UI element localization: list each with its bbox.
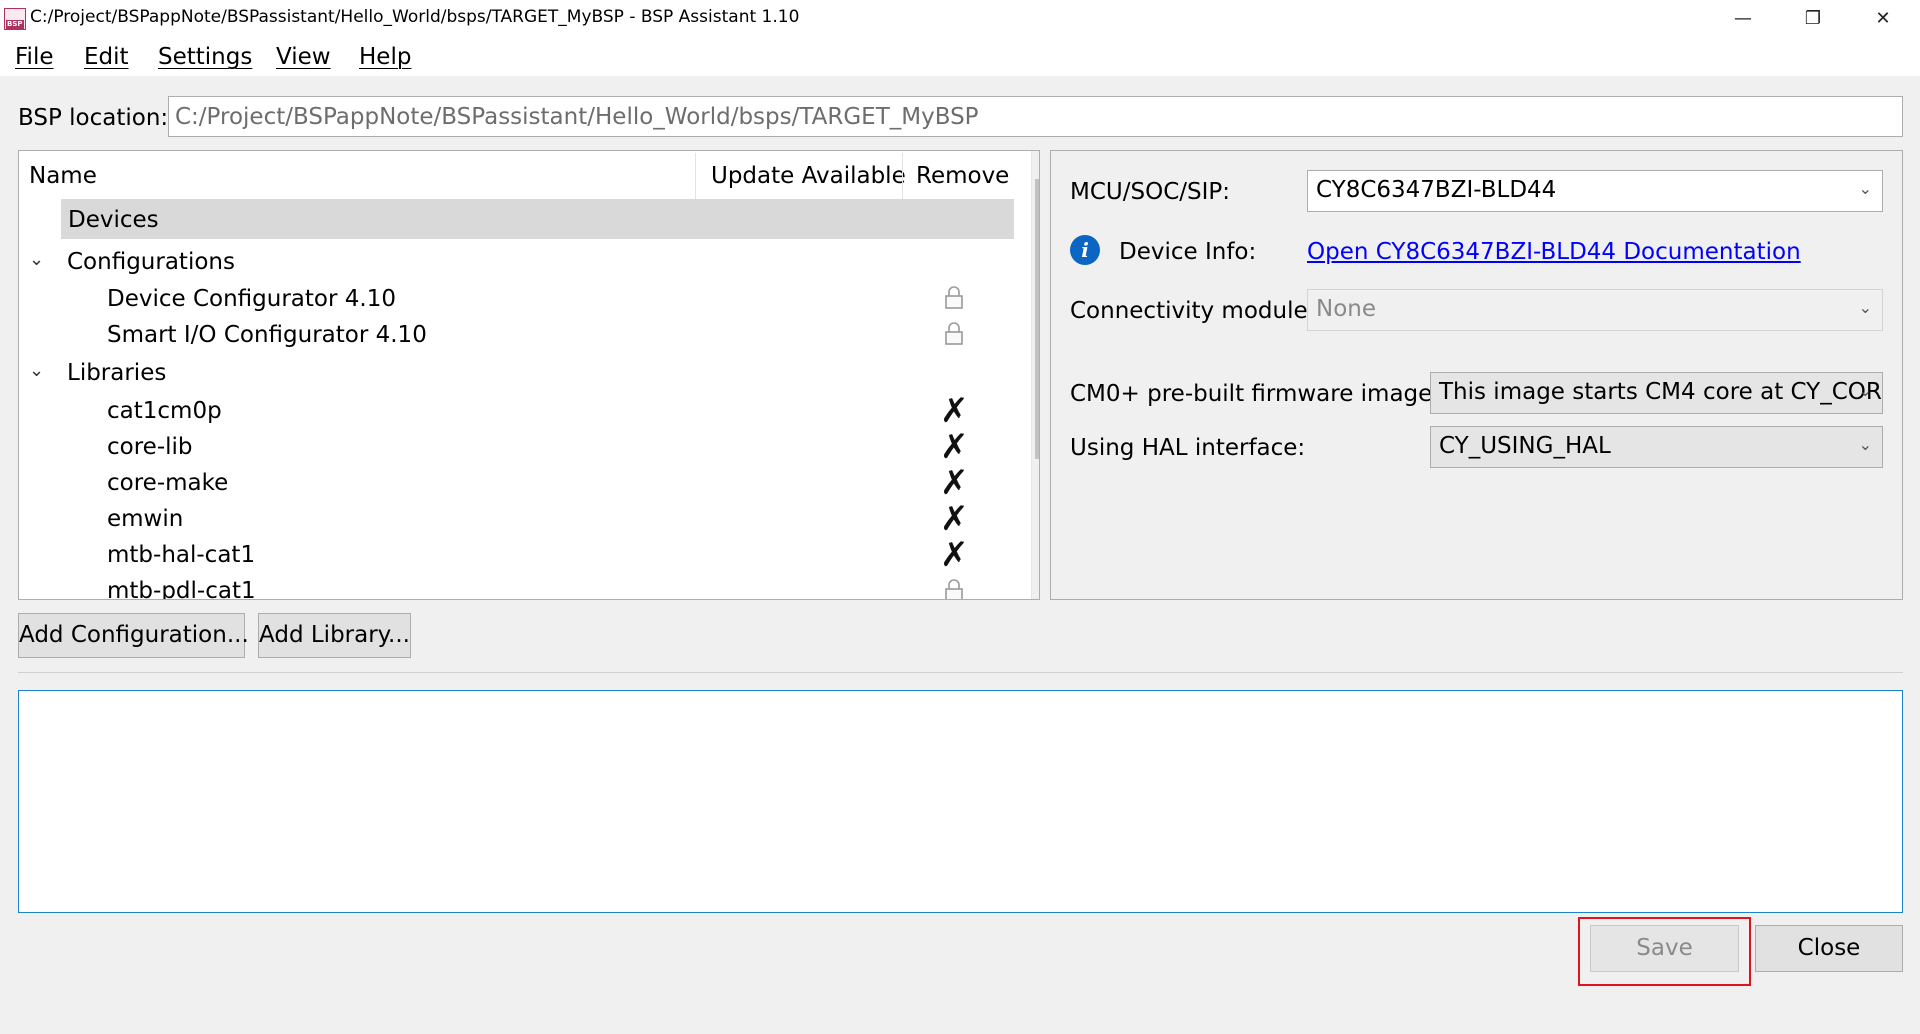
- cm0-firmware-label: CM0+ pre-built firmware image:: [1070, 381, 1441, 407]
- menu-edit[interactable]: Edit: [84, 44, 129, 70]
- tree-row-devices[interactable]: Devices: [61, 199, 1014, 239]
- tree-node-configurations[interactable]: Configurations: [67, 249, 235, 275]
- title-bar: BSP C:/Project/BSPappNote/BSPassistant/H…: [0, 0, 1920, 36]
- tree-item-mtb-pdl-cat1[interactable]: mtb-pdl-cat1: [107, 578, 256, 599]
- lock-icon: [945, 322, 963, 345]
- documentation-link[interactable]: Open CY8C6347BZI-BLD44 Documentation: [1307, 239, 1801, 265]
- chevron-down-icon: ⌄: [1858, 298, 1872, 317]
- tree-item-cat1cm0p[interactable]: cat1cm0p: [107, 398, 222, 424]
- library-tree: Name Update Available Remove Devices ⌄ C…: [18, 150, 1040, 600]
- log-output-area[interactable]: [18, 690, 1903, 913]
- chevron-down-icon: ⌄: [1858, 435, 1872, 454]
- save-button-highlight: [1578, 917, 1751, 986]
- scrollbar-thumb[interactable]: [1035, 179, 1039, 459]
- divider: [18, 672, 1903, 673]
- remove-icon[interactable]: ✗: [940, 466, 969, 500]
- minimize-button[interactable]: —: [1708, 0, 1778, 36]
- close-window-button[interactable]: ✕: [1848, 0, 1918, 36]
- column-header-remove[interactable]: Remove: [916, 163, 1009, 189]
- tree-node-libraries[interactable]: Libraries: [67, 360, 166, 386]
- connectivity-label: Connectivity module:: [1070, 298, 1316, 324]
- lock-icon: [945, 579, 963, 599]
- lock-icon: [945, 286, 963, 309]
- scroll-down-icon[interactable]: ⌄: [1032, 577, 1039, 593]
- bsp-location-label: BSP location:: [18, 105, 169, 131]
- tree-scrollbar[interactable]: ⌃ ⌄: [1031, 151, 1039, 599]
- remove-icon[interactable]: ✗: [940, 394, 969, 428]
- tree-item-core-make[interactable]: core-make: [107, 470, 228, 496]
- cm0-firmware-select[interactable]: This image starts CM4 core at CY_COR ⌄: [1430, 372, 1883, 414]
- column-separator: [902, 153, 903, 201]
- tree-row-label: Devices: [68, 207, 159, 233]
- tree-item-emwin[interactable]: emwin: [107, 506, 183, 532]
- add-library-button[interactable]: Add Library...: [258, 613, 411, 658]
- column-header-update[interactable]: Update Available: [711, 163, 906, 189]
- mcu-select-value: CY8C6347BZI-BLD44: [1316, 177, 1557, 203]
- device-info-label: Device Info:: [1119, 239, 1257, 265]
- chevron-down-icon[interactable]: ⌄: [29, 360, 44, 381]
- connectivity-select-value: None: [1316, 296, 1377, 322]
- menu-view[interactable]: View: [276, 44, 331, 70]
- restore-button[interactable]: ❐: [1778, 0, 1848, 36]
- menu-help[interactable]: Help: [359, 44, 411, 70]
- remove-icon[interactable]: ✗: [940, 430, 969, 464]
- close-button[interactable]: Close: [1755, 925, 1903, 972]
- menu-file[interactable]: File: [15, 44, 54, 70]
- hal-interface-value: CY_USING_HAL: [1439, 433, 1611, 459]
- info-icon: i: [1070, 235, 1100, 265]
- remove-icon[interactable]: ✗: [940, 538, 969, 572]
- menu-settings[interactable]: Settings: [158, 44, 252, 70]
- connectivity-select[interactable]: None ⌄: [1307, 289, 1883, 331]
- app-icon-label: BSP: [6, 20, 24, 29]
- menu-bar: File Edit Settings View Help: [0, 36, 1920, 76]
- cm0-firmware-value: This image starts CM4 core at CY_COR: [1439, 379, 1882, 405]
- app-icon: BSP: [4, 8, 26, 30]
- hal-interface-label: Using HAL interface:: [1070, 435, 1306, 461]
- tree-item-device-configurator[interactable]: Device Configurator 4.10: [107, 286, 396, 312]
- chevron-down-icon: ⌄: [1858, 381, 1872, 400]
- mcu-select[interactable]: CY8C6347BZI-BLD44 ⌄: [1307, 170, 1883, 212]
- tree-item-core-lib[interactable]: core-lib: [107, 434, 193, 460]
- tree-item-mtb-hal-cat1[interactable]: mtb-hal-cat1: [107, 542, 255, 568]
- tree-item-smart-io-configurator[interactable]: Smart I/O Configurator 4.10: [107, 322, 427, 348]
- chevron-down-icon: ⌄: [1858, 179, 1872, 198]
- mcu-label: MCU/SOC/SIP:: [1070, 179, 1231, 205]
- hal-interface-select[interactable]: CY_USING_HAL ⌄: [1430, 426, 1883, 468]
- chevron-down-icon[interactable]: ⌄: [29, 249, 44, 270]
- device-settings-panel: MCU/SOC/SIP: CY8C6347BZI-BLD44 ⌄ i Devic…: [1050, 150, 1903, 600]
- remove-icon[interactable]: ✗: [940, 502, 969, 536]
- bsp-location-field[interactable]: C:/Project/BSPappNote/BSPassistant/Hello…: [168, 96, 1903, 137]
- column-header-name[interactable]: Name: [29, 163, 97, 189]
- add-configuration-button[interactable]: Add Configuration...: [18, 613, 249, 658]
- scroll-up-icon[interactable]: ⌃: [1032, 154, 1039, 170]
- window-title: C:/Project/BSPappNote/BSPassistant/Hello…: [30, 7, 800, 27]
- column-separator: [695, 153, 696, 201]
